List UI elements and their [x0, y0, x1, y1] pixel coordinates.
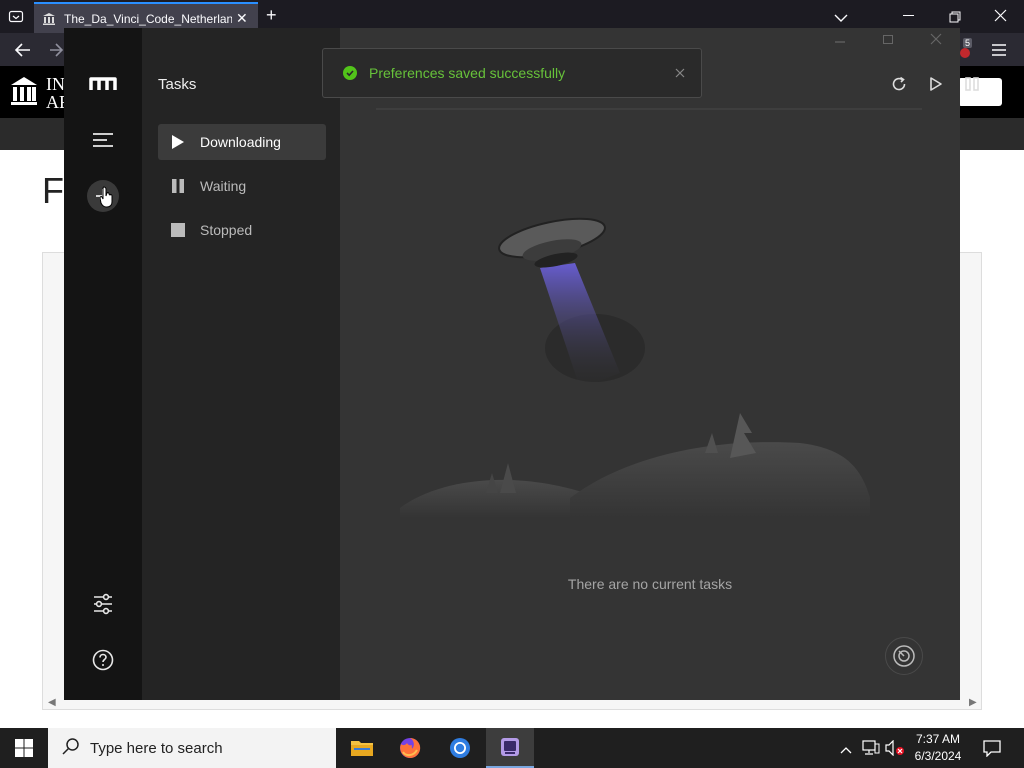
app-maximize-icon[interactable]: [882, 32, 894, 48]
task-list-area: There are no current tasks: [340, 28, 979, 700]
app-close-icon[interactable]: [930, 32, 942, 48]
toolbar-divider: [376, 108, 922, 110]
help-icon[interactable]: [87, 644, 119, 676]
extension-badge-count: 5: [963, 38, 973, 48]
page-heading-fragment: F: [42, 170, 64, 211]
sidebar-item-stopped[interactable]: Stopped: [158, 212, 326, 248]
sidebar-item-label: Stopped: [200, 222, 253, 238]
sidebar-item-downloading[interactable]: Downloading: [158, 124, 326, 160]
sidebar-item-waiting[interactable]: Waiting: [158, 168, 326, 204]
motrix-taskbar-icon[interactable]: [486, 728, 534, 768]
refresh-icon[interactable]: [887, 72, 911, 96]
resume-all-icon[interactable]: [924, 72, 948, 96]
tab-close-icon[interactable]: ✕: [236, 10, 248, 27]
preferences-sliders-icon[interactable]: [87, 588, 119, 620]
download-manager-window: Tasks Downloading Waiting Stopped There …: [64, 28, 979, 700]
clock-date: 6/3/2024: [914, 749, 962, 763]
task-sidebar: Tasks Downloading Waiting Stopped: [142, 28, 340, 700]
ufo-empty-illustration: [400, 198, 920, 518]
check-circle-icon: [343, 66, 357, 80]
chrome-icon[interactable]: [436, 728, 484, 768]
pause-all-icon[interactable]: [960, 72, 984, 96]
tab-list-icon[interactable]: [8, 8, 24, 24]
tray-chevron-icon[interactable]: [840, 742, 852, 760]
museum-favicon-icon: [42, 12, 56, 26]
search-icon: [62, 737, 80, 760]
menu-icon[interactable]: [87, 124, 119, 156]
toast-close-icon[interactable]: [675, 65, 685, 81]
minimize-window-icon[interactable]: [903, 15, 914, 16]
play-icon: [170, 134, 186, 150]
restore-window-icon[interactable]: [949, 10, 961, 28]
app-minimize-icon[interactable]: [834, 32, 846, 48]
network-icon[interactable]: [862, 740, 880, 761]
tab-overflow-chevron-icon[interactable]: [834, 10, 848, 28]
sidebar-title: Tasks: [158, 76, 197, 93]
app-logo-icon[interactable]: [87, 68, 119, 100]
empty-state-text: There are no current tasks: [567, 576, 733, 592]
back-arrow-icon[interactable]: [14, 42, 32, 63]
system-clock[interactable]: 7:37 AM 6/3/2024: [906, 731, 970, 765]
app-nav-rail: [64, 28, 142, 700]
menu-hamburger-icon[interactable]: [992, 43, 1006, 61]
sidebar-item-label: Waiting: [200, 178, 247, 194]
firefox-icon[interactable]: [386, 728, 434, 768]
speed-limit-gauge-icon[interactable]: [885, 637, 923, 675]
mouse-cursor-icon: [99, 186, 114, 213]
pause-icon: [170, 178, 186, 194]
volume-muted-icon[interactable]: [885, 739, 905, 761]
scroll-left-icon[interactable]: ◀: [48, 697, 56, 708]
notification-center-icon[interactable]: [983, 739, 1001, 762]
success-toast: Preferences saved successfully: [322, 48, 702, 98]
scroll-right-icon[interactable]: ▶: [969, 697, 977, 708]
windows-taskbar: Type here to search 7:37 AM 6/3/2024: [0, 728, 1024, 768]
stop-icon: [170, 222, 186, 238]
file-explorer-icon[interactable]: [338, 728, 386, 768]
taskbar-search-box[interactable]: Type here to search: [48, 728, 336, 768]
search-placeholder: Type here to search: [90, 739, 223, 757]
windows-start-icon[interactable]: [0, 728, 48, 768]
toast-message: Preferences saved successfully: [369, 65, 566, 81]
new-tab-button[interactable]: +: [266, 5, 277, 26]
museum-logo-icon: [10, 76, 38, 111]
tab-title: The_Da_Vinci_Code_Netherlands: [64, 11, 232, 26]
close-window-icon[interactable]: [994, 9, 1007, 27]
extension-badge[interactable]: 5: [960, 38, 976, 60]
clock-time: 7:37 AM: [915, 732, 961, 746]
forward-arrow-icon[interactable]: [50, 42, 64, 63]
sidebar-item-label: Downloading: [200, 134, 281, 150]
